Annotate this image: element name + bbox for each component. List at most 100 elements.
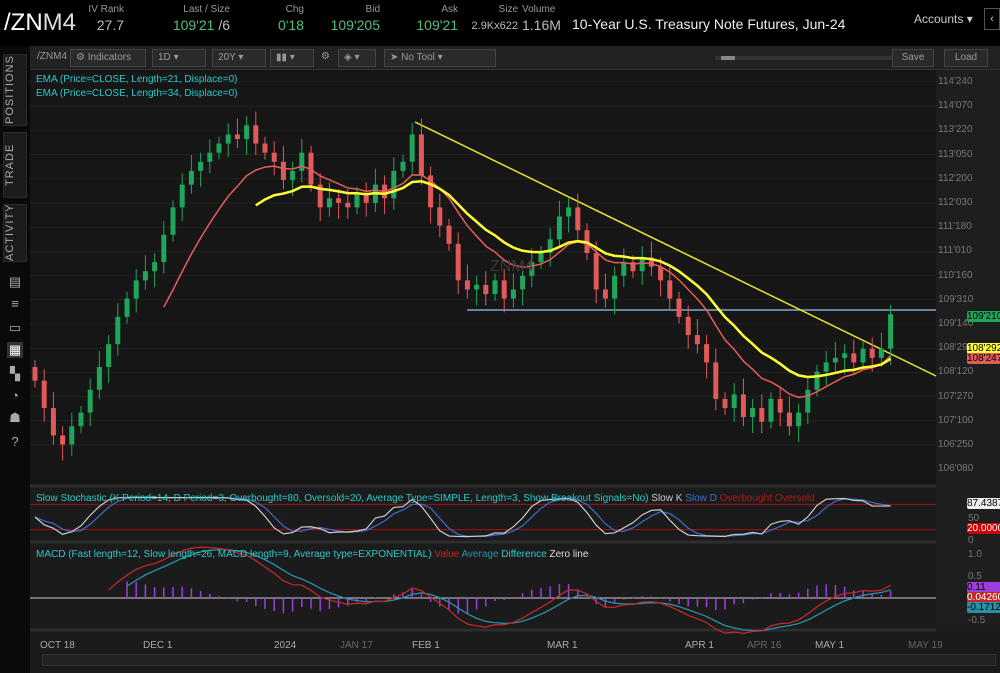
candle xyxy=(694,335,700,345)
last-label: Last / Size xyxy=(183,4,230,15)
candle xyxy=(41,380,47,409)
symbol[interactable]: /ZNM4 xyxy=(4,9,76,37)
candle xyxy=(639,257,645,272)
monitor-icon[interactable]: ▭ xyxy=(7,320,23,336)
candle xyxy=(87,389,93,413)
price-axis-label: 110'160 xyxy=(938,269,973,281)
ema34-legend: EMA (Price=CLOSE, Length=34, Displace=0) xyxy=(36,88,238,99)
candle xyxy=(345,202,351,208)
iv-rank-label: IV Rank xyxy=(88,4,124,15)
candle xyxy=(750,408,756,418)
grid-icon[interactable]: ▚ xyxy=(7,366,23,382)
candle xyxy=(354,193,360,208)
chg-label: Chg xyxy=(285,4,304,15)
candle xyxy=(796,412,802,427)
candle xyxy=(161,234,167,263)
candle xyxy=(593,253,599,290)
candle xyxy=(409,134,415,162)
candle xyxy=(69,426,75,445)
candle xyxy=(78,412,84,427)
candle xyxy=(501,280,507,299)
candle xyxy=(96,367,102,390)
tab-activity[interactable]: ACTIVITY xyxy=(3,203,27,262)
candle xyxy=(244,125,250,139)
candle xyxy=(437,207,443,226)
candle xyxy=(510,289,516,299)
candle xyxy=(860,348,866,363)
candle xyxy=(60,435,66,445)
last-price-tag: 109'210 xyxy=(967,311,1000,322)
horizontal-scrollbar[interactable] xyxy=(42,654,996,666)
news-icon[interactable]: ▤ xyxy=(7,274,23,290)
date-axis-label: MAR 1 xyxy=(547,640,578,651)
candle xyxy=(483,284,489,295)
price-axis-label: 107'270 xyxy=(938,390,974,402)
accounts-dropdown[interactable]: Accounts ▾ xyxy=(914,12,973,26)
price-axis-label: 113'220 xyxy=(938,124,973,136)
price-axis-label: 114'240 xyxy=(938,76,973,87)
candle xyxy=(869,348,875,358)
candle xyxy=(566,207,572,217)
candle xyxy=(520,275,526,290)
last-size: /6 xyxy=(218,17,230,33)
tab-positions[interactable]: POSITIONS xyxy=(3,54,27,126)
candle xyxy=(851,353,857,363)
candle xyxy=(731,394,737,409)
volume: 1.16M xyxy=(522,17,561,33)
tab-trade[interactable]: TRADE xyxy=(3,132,27,198)
candle xyxy=(133,280,139,299)
candle xyxy=(759,408,765,422)
candle xyxy=(400,161,406,171)
candle xyxy=(842,353,848,358)
ask-label: Ask xyxy=(441,4,458,15)
price-axis-label: 106'250 xyxy=(938,439,974,450)
candle xyxy=(676,298,682,317)
date-axis-label: MAY 1 xyxy=(815,640,845,651)
change: 0'18 xyxy=(277,17,304,33)
stoch-value-tag: 87.438760 xyxy=(967,498,1000,509)
candle xyxy=(823,362,829,372)
price-axis-label: 111'010 xyxy=(938,245,972,257)
macd-avg-tag: -0.171230 xyxy=(967,602,1000,613)
stoch-legend: Slow Stochastic (K Period=14, D Period=3… xyxy=(36,493,815,504)
chart-canvas[interactable] xyxy=(30,46,1000,673)
ema21-tag: 108'247 xyxy=(967,353,1000,364)
chart-icon[interactable]: ▦ xyxy=(7,342,23,358)
date-axis-label: DEC 1 xyxy=(143,640,173,651)
candle xyxy=(225,134,231,144)
candle xyxy=(602,289,608,299)
date-axis-label: 2024 xyxy=(274,640,297,651)
macd-axis-neg05: -0.5 xyxy=(968,615,986,626)
people-icon[interactable]: ☗ xyxy=(7,410,23,426)
candle xyxy=(492,280,498,295)
candle xyxy=(575,207,581,231)
date-axis-label: OCT 18 xyxy=(40,640,75,651)
stoch-oversold-tag: 20.000000 xyxy=(967,523,1000,534)
candle xyxy=(888,314,894,349)
candle xyxy=(253,125,259,144)
size-label: Size xyxy=(498,4,518,15)
candle xyxy=(612,275,618,299)
bid: 109'205 xyxy=(330,17,380,33)
macd-average-line xyxy=(126,548,891,632)
list-icon[interactable]: ≡ xyxy=(7,296,23,312)
candle xyxy=(299,152,305,171)
price-axis-label: 107'100 xyxy=(938,414,974,426)
date-axis-label: FEB 1 xyxy=(412,640,440,651)
candle xyxy=(464,280,470,290)
candle xyxy=(115,316,121,345)
candle xyxy=(271,152,277,162)
candle xyxy=(391,170,397,199)
date-axis-label: JAN 17 xyxy=(340,640,373,651)
price-axis-label: 111'180 xyxy=(938,221,972,233)
size: 2.9Kx622 xyxy=(471,20,518,32)
candle xyxy=(446,225,452,244)
ask: 109'21 xyxy=(416,17,458,33)
clock-icon[interactable]: ◔ xyxy=(7,388,23,404)
help-icon[interactable]: ? xyxy=(7,434,23,450)
candle xyxy=(832,357,838,363)
candle xyxy=(878,348,884,358)
stoch-axis-0: 0 xyxy=(968,535,974,546)
collapse-button[interactable]: ‹ xyxy=(984,8,1000,30)
candle xyxy=(814,371,820,390)
